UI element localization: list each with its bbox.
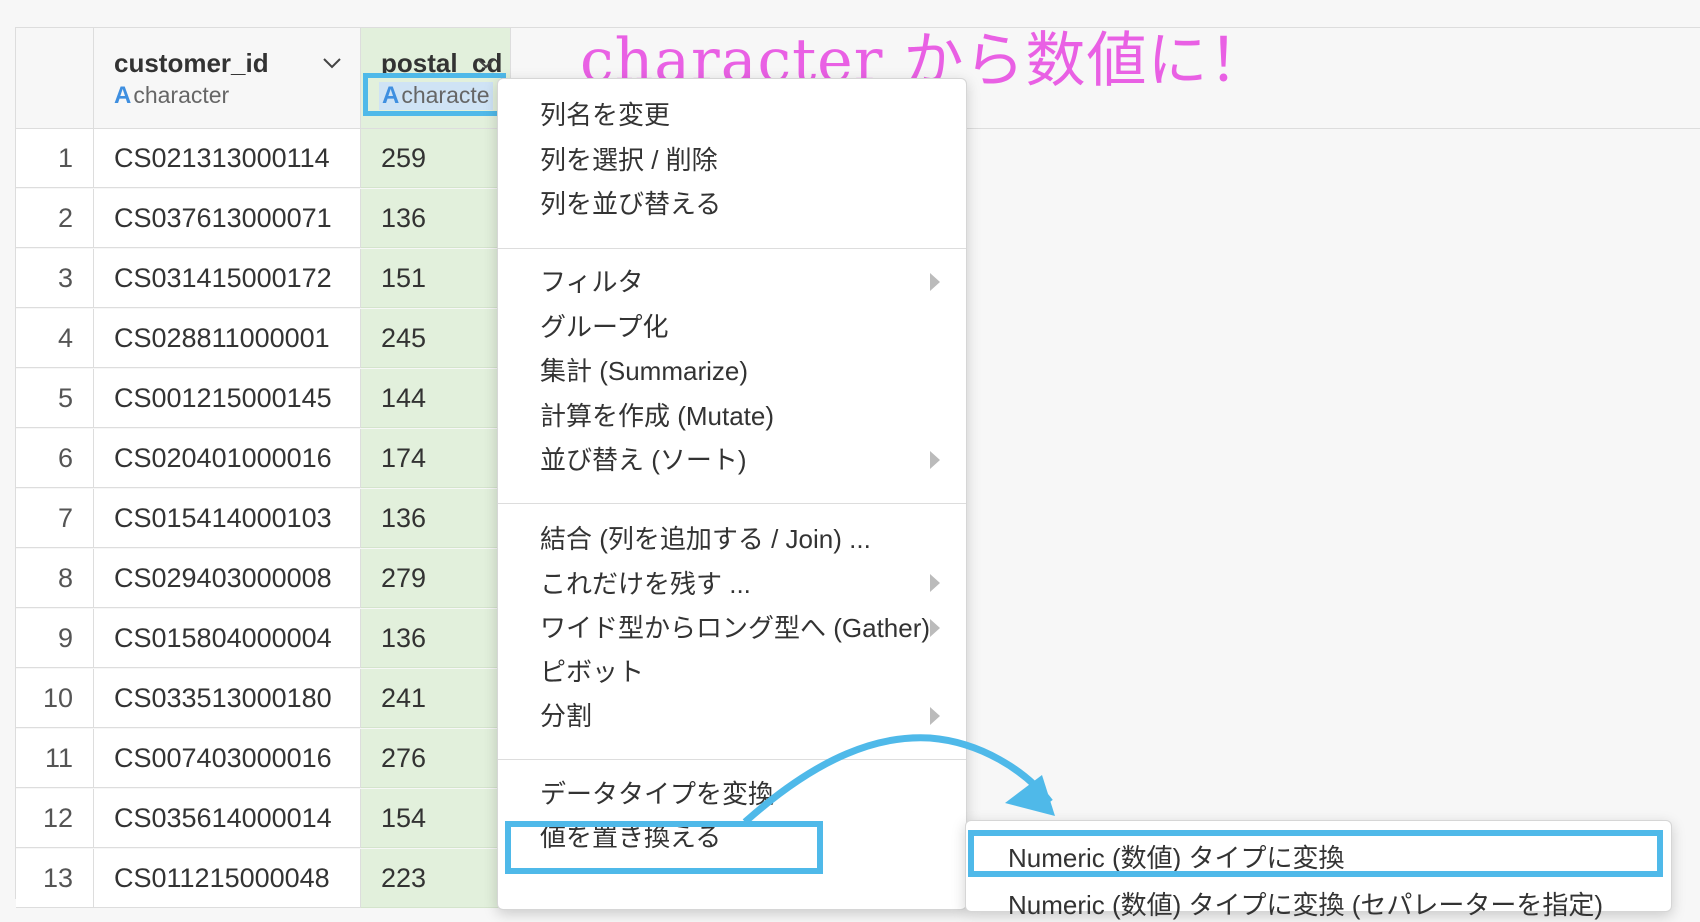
row-index: 7 bbox=[16, 489, 94, 548]
cell-customer-id[interactable]: CS031415000172 bbox=[94, 249, 361, 308]
menu-separator bbox=[498, 503, 966, 504]
table-row: 13 CS011215000048 223 bbox=[16, 849, 516, 908]
table-row: 8 CS029403000008 279 bbox=[16, 549, 516, 608]
table-row: 4 CS028811000001 245 bbox=[16, 309, 516, 368]
table-row: 5 CS001215000145 144 bbox=[16, 369, 516, 428]
index-header bbox=[16, 28, 94, 128]
table-row: 10 CS033513000180 241 bbox=[16, 669, 516, 728]
row-index: 5 bbox=[16, 369, 94, 428]
row-index: 1 bbox=[16, 129, 94, 188]
table-row: 1 CS021313000114 259 bbox=[16, 129, 516, 188]
submenu-arrow-icon bbox=[930, 619, 940, 637]
table-row: 7 CS015414000103 136 bbox=[16, 489, 516, 548]
cell-postal-cd[interactable]: 154 bbox=[361, 789, 511, 848]
cell-customer-id[interactable]: CS011215000048 bbox=[94, 849, 361, 908]
menu-item-pivot[interactable]: ピボット bbox=[540, 652, 644, 689]
cell-postal-cd[interactable]: 276 bbox=[361, 729, 511, 788]
column-type-label: character bbox=[133, 82, 230, 108]
menu-item-summarize[interactable]: 集計 (Summarize) bbox=[540, 351, 748, 388]
menu-item-split[interactable]: 分割 bbox=[540, 696, 592, 733]
menu-item-join[interactable]: 結合 (列を追加する / Join) ... bbox=[540, 519, 871, 556]
menu-item-filter[interactable]: フィルタ bbox=[540, 262, 643, 299]
table-row: 2 CS037613000071 136 bbox=[16, 189, 516, 248]
row-index: 11 bbox=[16, 729, 94, 788]
cell-postal-cd[interactable]: 136 bbox=[361, 609, 511, 668]
cell-postal-cd[interactable]: 151 bbox=[361, 249, 511, 308]
cell-customer-id[interactable]: CS029403000008 bbox=[94, 549, 361, 608]
cell-postal-cd[interactable]: 136 bbox=[361, 189, 511, 248]
column-context-menu: 列名を変更 列を選択 / 削除 列を並び替える フィルタ グループ化 集計 (S… bbox=[497, 78, 967, 910]
cell-customer-id[interactable]: CS015414000103 bbox=[94, 489, 361, 548]
menu-item-reorder-columns[interactable]: 列を並び替える bbox=[540, 184, 721, 221]
type-highlight-box bbox=[363, 73, 506, 116]
row-index: 4 bbox=[16, 309, 94, 368]
menu-item-rename-column[interactable]: 列名を変更 bbox=[540, 95, 670, 132]
menu-item-gather[interactable]: ワイド型からロング型へ (Gather) bbox=[540, 608, 930, 645]
submenu-arrow-icon bbox=[930, 273, 940, 291]
submenu-arrow-icon bbox=[930, 707, 940, 725]
menu-item-sort[interactable]: 並び替え (ソート) bbox=[540, 440, 747, 477]
menu-item-group[interactable]: グループ化 bbox=[540, 307, 668, 344]
column-type: Acharacter bbox=[114, 82, 229, 110]
row-index: 6 bbox=[16, 429, 94, 488]
menu-separator bbox=[498, 759, 966, 760]
column-name: customer_id bbox=[114, 48, 269, 78]
submenu-arrow-icon bbox=[930, 574, 940, 592]
table-row: 12 CS035614000014 154 bbox=[16, 789, 516, 848]
cell-postal-cd[interactable]: 259 bbox=[361, 129, 511, 188]
table-row: 6 CS020401000016 174 bbox=[16, 429, 516, 488]
row-index: 10 bbox=[16, 669, 94, 728]
cell-postal-cd[interactable]: 144 bbox=[361, 369, 511, 428]
cell-customer-id[interactable]: CS001215000145 bbox=[94, 369, 361, 428]
cell-customer-id[interactable]: CS015804000004 bbox=[94, 609, 361, 668]
highlight-box-numeric bbox=[968, 830, 1663, 877]
chevron-down-icon[interactable] bbox=[319, 50, 345, 76]
menu-item-keep-only[interactable]: これだけを残す ... bbox=[540, 564, 751, 601]
row-index: 3 bbox=[16, 249, 94, 308]
menu-separator bbox=[498, 248, 966, 249]
cell-customer-id[interactable]: CS021313000114 bbox=[94, 129, 361, 188]
table-row: 11 CS007403000016 276 bbox=[16, 729, 516, 788]
cell-customer-id[interactable]: CS007403000016 bbox=[94, 729, 361, 788]
highlight-box-convert-type bbox=[505, 821, 823, 874]
row-index: 8 bbox=[16, 549, 94, 608]
cell-postal-cd[interactable]: 223 bbox=[361, 849, 511, 908]
menu-item-select-delete-columns[interactable]: 列を選択 / 削除 bbox=[540, 140, 718, 177]
row-index: 2 bbox=[16, 189, 94, 248]
cell-customer-id[interactable]: CS033513000180 bbox=[94, 669, 361, 728]
menu-item-mutate[interactable]: 計算を作成 (Mutate) bbox=[540, 396, 774, 433]
table-row: 3 CS031415000172 151 bbox=[16, 249, 516, 308]
cell-customer-id[interactable]: CS035614000014 bbox=[94, 789, 361, 848]
cell-postal-cd[interactable]: 245 bbox=[361, 309, 511, 368]
row-index: 13 bbox=[16, 849, 94, 908]
cell-postal-cd[interactable]: 279 bbox=[361, 549, 511, 608]
menu-item-convert-data-type[interactable]: データタイプを変換 bbox=[540, 774, 774, 811]
cell-postal-cd[interactable]: 174 bbox=[361, 429, 511, 488]
row-index: 9 bbox=[16, 609, 94, 668]
row-index: 12 bbox=[16, 789, 94, 848]
column-header-customer-id[interactable]: customer_id Acharacter bbox=[94, 28, 361, 128]
cell-customer-id[interactable]: CS020401000016 bbox=[94, 429, 361, 488]
character-type-icon: A bbox=[114, 82, 132, 109]
cell-customer-id[interactable]: CS037613000071 bbox=[94, 189, 361, 248]
cell-customer-id[interactable]: CS028811000001 bbox=[94, 309, 361, 368]
submenu-arrow-icon bbox=[930, 451, 940, 469]
cell-postal-cd[interactable]: 241 bbox=[361, 669, 511, 728]
cell-postal-cd[interactable]: 136 bbox=[361, 489, 511, 548]
submenu-item-to-numeric-separator[interactable]: Numeric (数値) タイプに変換 (セパレーターを指定) bbox=[1008, 885, 1603, 922]
table-row: 9 CS015804000004 136 bbox=[16, 609, 516, 668]
